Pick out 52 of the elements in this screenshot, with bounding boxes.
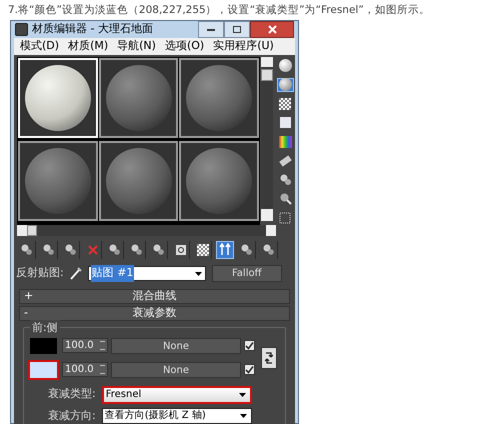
magnifier-icon: [278, 192, 292, 205]
color-swatch[interactable]: [28, 360, 59, 380]
menu-item[interactable]: 实用程序(U): [213, 38, 274, 54]
falloff-type-dropdown[interactable]: Fresnel: [102, 386, 252, 404]
caret-icon: [194, 272, 202, 276]
color-bars-icon: [278, 136, 292, 148]
swap-icon: [265, 350, 273, 364]
swap-button[interactable]: [261, 346, 277, 368]
square-o-icon: [174, 244, 186, 256]
value-spinner[interactable]: 100.0: [62, 338, 108, 353]
menu-item[interactable]: 材质(M): [68, 38, 108, 54]
checker-icon: [196, 244, 208, 256]
caret-icon: [238, 392, 246, 396]
map-type-button[interactable]: Falloff: [212, 265, 282, 282]
side-tool-button[interactable]: [276, 78, 294, 92]
close-icon: [268, 25, 276, 34]
caption-text: 7.将“颜色”设置为淡蓝色（208,227,255），设置“衰减类型”为“Fresnel”，如图所示。: [7, 3, 431, 18]
map-slot-button[interactable]: None: [111, 362, 241, 378]
menu-item[interactable]: 模式(D): [20, 38, 60, 54]
caret-icon: [240, 414, 247, 418]
horizontal-scrollbar[interactable]: [17, 224, 276, 236]
square-icon: [280, 117, 291, 128]
toolbar-button[interactable]: [194, 240, 212, 258]
side-tool-button[interactable]: [276, 134, 294, 148]
map-slot-button[interactable]: None: [111, 338, 241, 354]
color-swatch[interactable]: [28, 336, 59, 356]
side-tool-button[interactable]: [276, 96, 294, 110]
checker-icon: [279, 98, 292, 110]
menu-item[interactable]: 选项(O): [164, 38, 204, 54]
checkbox[interactable]: [244, 364, 255, 375]
eyedropper-icon[interactable]: [70, 267, 82, 280]
value-spinner[interactable]: 100.0: [62, 362, 108, 377]
window-title: 材质编辑器 - 大理石地面: [32, 21, 153, 38]
app-icon: [15, 23, 28, 36]
falloff-direction-label: 衰减方向:: [48, 408, 96, 424]
delete-icon: [86, 244, 98, 256]
side-tool-button[interactable]: [276, 58, 294, 72]
map-name-dropdown[interactable]: 贴图 #1: [88, 266, 206, 281]
side-tool-button[interactable]: [276, 154, 294, 168]
checkbox[interactable]: [244, 340, 255, 351]
falloff-direction-dropdown[interactable]: 查看方向(摄影机 Z 轴): [102, 408, 252, 424]
map-label: 反射贴图:: [16, 265, 64, 282]
falloff-type-label: 衰减类型:: [48, 386, 96, 402]
rollout-header[interactable]: + 混合曲线: [19, 288, 290, 304]
close-button[interactable]: [250, 21, 294, 38]
maximize-button[interactable]: [224, 21, 250, 38]
up-arrows-icon: [219, 243, 231, 256]
dotted-grid-icon: [279, 212, 292, 224]
menu-item[interactable]: 导航(N): [117, 38, 156, 54]
vertical-scrollbar[interactable]: [261, 56, 274, 220]
minimize-button[interactable]: [198, 21, 224, 38]
rollout-header[interactable]: - 衰减参数: [19, 306, 290, 320]
